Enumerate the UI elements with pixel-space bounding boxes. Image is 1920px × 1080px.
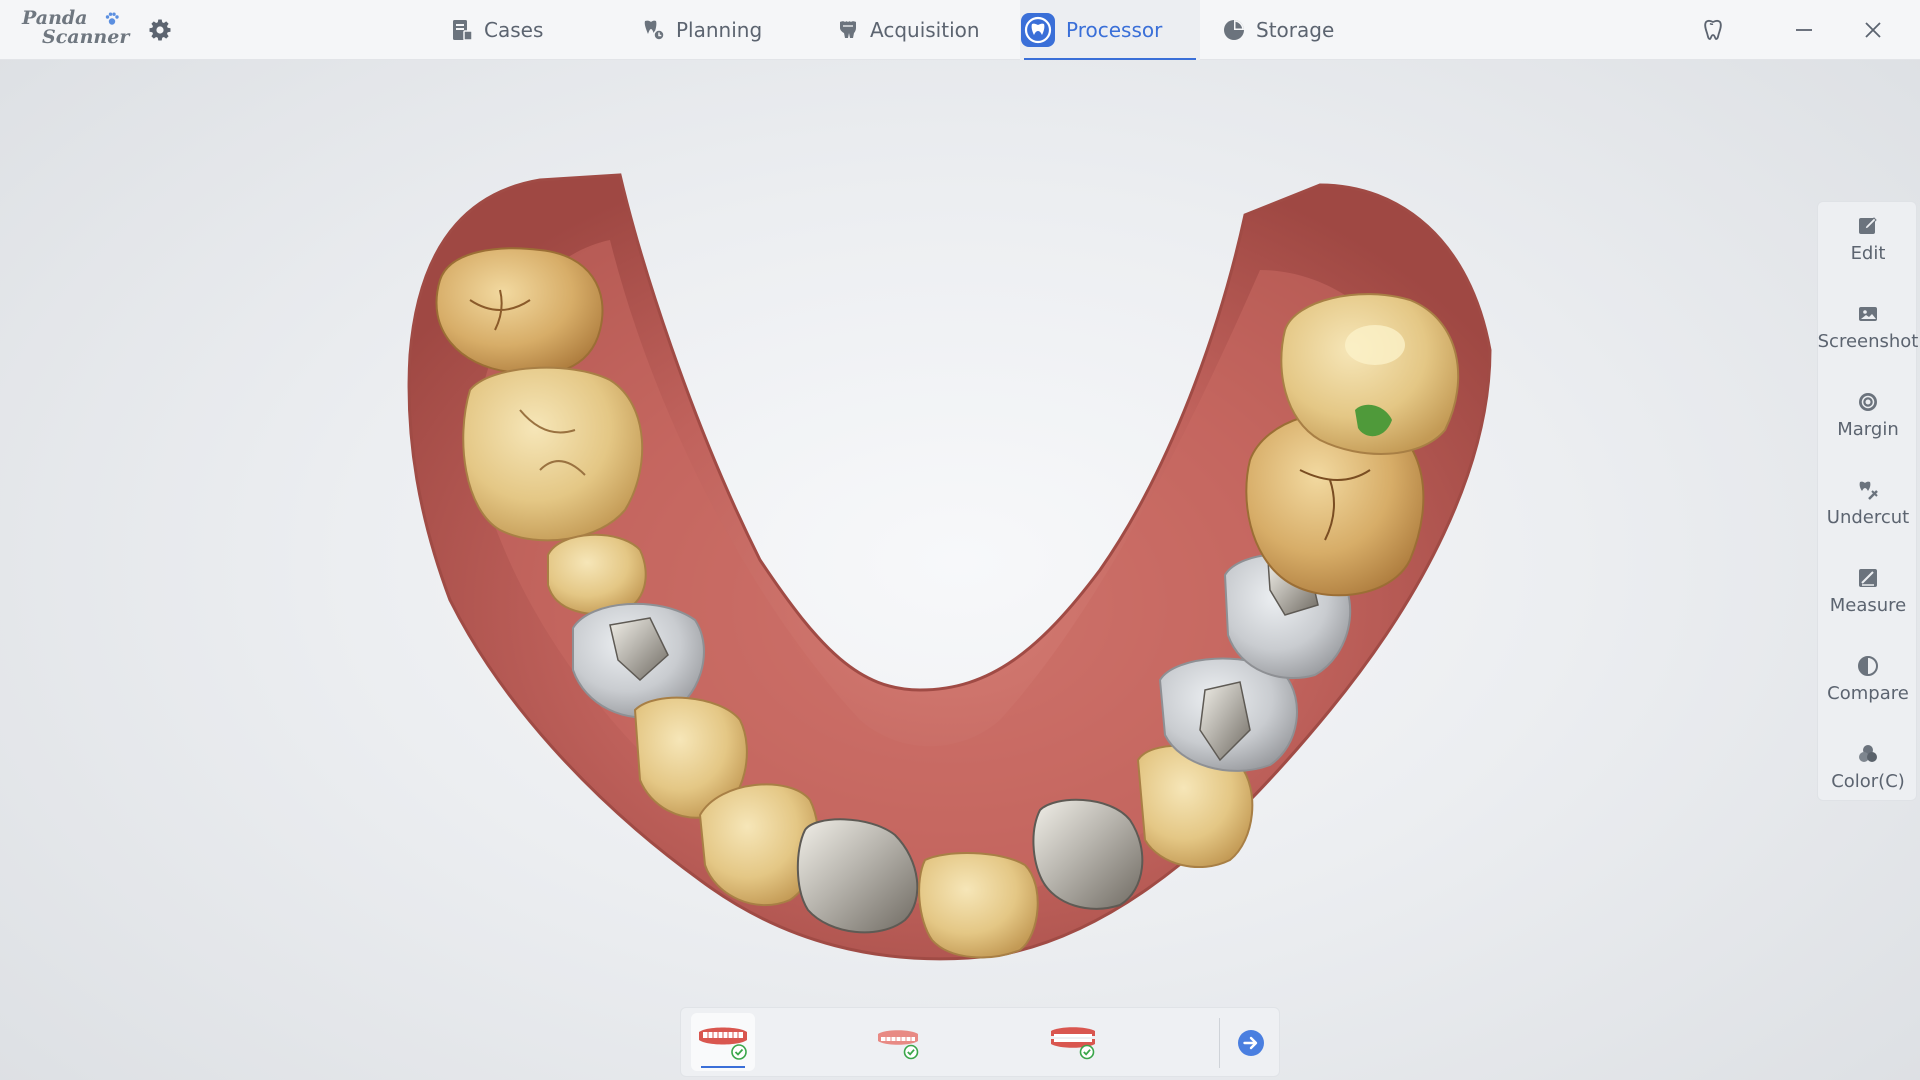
tooth-icon <box>1704 19 1722 40</box>
tool-undercut-label: Undercut <box>1826 507 1910 528</box>
tab-storage-label: Storage <box>1256 18 1335 42</box>
lower-jaw-scan-model[interactable] <box>0 60 1920 1080</box>
top-bar: Panda Scanner Cases Planning Acquisition <box>0 0 1920 60</box>
tab-cases-label: Cases <box>484 18 544 42</box>
acquisition-icon <box>836 18 860 42</box>
processor-icon <box>1020 12 1056 48</box>
margin-icon <box>1856 390 1880 414</box>
tool-screenshot-label: Screenshot <box>1817 331 1919 352</box>
tool-margin-label: Margin <box>1837 419 1899 440</box>
tooth-model-button[interactable] <box>1697 14 1729 46</box>
measure-icon <box>1856 566 1880 590</box>
tool-margin[interactable]: Margin <box>1818 378 1918 466</box>
paw-icon <box>105 12 119 25</box>
bottom-divider <box>1219 1018 1220 1068</box>
edit-icon <box>1856 214 1880 238</box>
tool-color-label: Color(C) <box>1831 771 1905 792</box>
upper-jaw-button[interactable] <box>866 1013 930 1071</box>
minimize-icon <box>1796 29 1812 31</box>
app-logo: Panda Scanner <box>20 8 130 52</box>
tool-compare[interactable]: Compare <box>1818 642 1918 730</box>
arrow-right-icon[interactable] <box>1236 1028 1266 1058</box>
storage-icon <box>1222 18 1246 42</box>
tab-acquisition-label: Acquisition <box>870 18 980 42</box>
tab-planning[interactable]: Planning <box>642 0 792 60</box>
tool-undercut[interactable]: Undercut <box>1818 466 1918 554</box>
tool-measure[interactable]: Measure <box>1818 554 1918 642</box>
bite-button[interactable] <box>1041 1013 1105 1071</box>
undercut-icon <box>1856 478 1880 502</box>
upper-jaw-icon <box>878 1030 919 1060</box>
lower-jaw-button[interactable] <box>691 1013 755 1071</box>
minimize-button[interactable] <box>1788 14 1820 46</box>
close-button[interactable] <box>1857 14 1889 46</box>
tab-acquisition[interactable]: Acquisition <box>836 0 1006 60</box>
tab-planning-label: Planning <box>676 18 763 42</box>
tool-compare-label: Compare <box>1827 683 1909 704</box>
compare-icon <box>1856 654 1880 678</box>
scan-viewport[interactable] <box>0 60 1920 1080</box>
settings-gear-icon[interactable] <box>148 18 172 42</box>
color-icon <box>1856 742 1880 766</box>
logo-line2: Scanner <box>42 26 130 48</box>
tool-screenshot[interactable]: Screenshot <box>1818 290 1918 378</box>
tool-edit-label: Edit <box>1850 243 1886 264</box>
bite-icon <box>1051 1027 1095 1060</box>
cases-icon <box>450 18 474 42</box>
tab-processor-label: Processor <box>1066 18 1163 42</box>
tool-edit[interactable]: Edit <box>1818 202 1918 290</box>
tab-cases[interactable]: Cases <box>450 0 600 60</box>
screenshot-icon <box>1856 302 1880 326</box>
close-icon <box>1865 22 1881 38</box>
planning-icon <box>642 18 666 42</box>
tool-measure-label: Measure <box>1829 595 1907 616</box>
jaw-selector-bar <box>680 1007 1280 1077</box>
tab-storage[interactable]: Storage <box>1222 0 1372 60</box>
tab-processor[interactable]: Processor <box>1020 0 1200 60</box>
lower-jaw-icon <box>699 1027 747 1060</box>
tool-panel: Edit Screenshot Margin Undercut Measure … <box>1817 201 1918 801</box>
tool-color[interactable]: Color(C) <box>1818 730 1918 818</box>
